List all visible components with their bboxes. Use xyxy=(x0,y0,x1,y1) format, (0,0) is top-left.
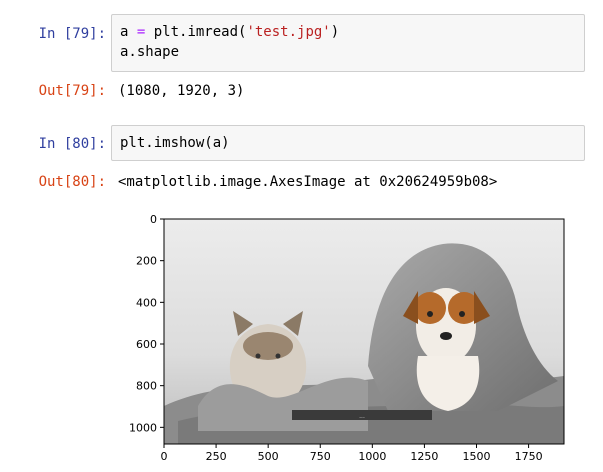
code-token: a xyxy=(120,24,137,40)
output-text-80: <matplotlib.image.AxesImage at 0x2062495… xyxy=(118,174,498,190)
code-line: a.shape xyxy=(120,42,576,62)
x-tick-label: 1250 xyxy=(410,450,438,463)
y-tick-label: 1000 xyxy=(129,421,157,434)
code-token: a xyxy=(212,135,222,151)
y-tick-label: 200 xyxy=(136,255,157,268)
input-prompt-80: In [80]: xyxy=(38,136,106,152)
code-cell-80[interactable]: plt.imshow(a) xyxy=(111,125,585,161)
code-token: 'test.jpg' xyxy=(246,24,331,40)
code-token: ) xyxy=(221,135,230,151)
y-axis: 0 200 400 600 800 1000 xyxy=(129,213,164,434)
output-text-79: (1080, 1920, 3) xyxy=(118,83,245,99)
code-line: a = plt.imread('test.jpg') xyxy=(120,22,576,42)
code-line: plt.imshow(a) xyxy=(120,133,576,153)
input-prompt-79: In [79]: xyxy=(38,26,106,42)
x-tick-label: 250 xyxy=(206,450,227,463)
y-tick-label: 800 xyxy=(136,380,157,393)
y-tick-label: 400 xyxy=(136,296,157,309)
caption-overlay-text: ... xyxy=(359,413,365,420)
code-token: plt.imshow( xyxy=(120,135,213,151)
x-tick-label: 1750 xyxy=(515,450,543,463)
x-tick-label: 500 xyxy=(258,450,279,463)
imshow-figure: ... 0 200 400 600 800 1000 0 250 500 750 1000 1250… xyxy=(118,206,588,468)
x-tick-label: 1500 xyxy=(463,450,491,463)
code-token: plt.imread( xyxy=(145,24,247,40)
code-token: ) xyxy=(330,24,340,40)
figure-svg: ... 0 200 400 600 800 1000 0 250 500 750 1000 1250… xyxy=(129,213,565,463)
x-axis: 0 250 500 750 1000 1250 1500 1750 xyxy=(161,444,543,463)
code-token: a.shape xyxy=(120,44,180,60)
photo-image: ... xyxy=(164,219,564,444)
output-prompt-79: Out[79]: xyxy=(38,83,106,99)
x-tick-label: 1000 xyxy=(358,450,386,463)
x-tick-label: 750 xyxy=(310,450,331,463)
code-cell-79[interactable]: a = plt.imread('test.jpg') a.shape xyxy=(111,14,585,72)
y-tick-label: 600 xyxy=(136,338,157,351)
output-prompt-80: Out[80]: xyxy=(38,174,106,190)
x-tick-label: 0 xyxy=(161,450,168,463)
y-tick-label: 0 xyxy=(150,213,157,226)
